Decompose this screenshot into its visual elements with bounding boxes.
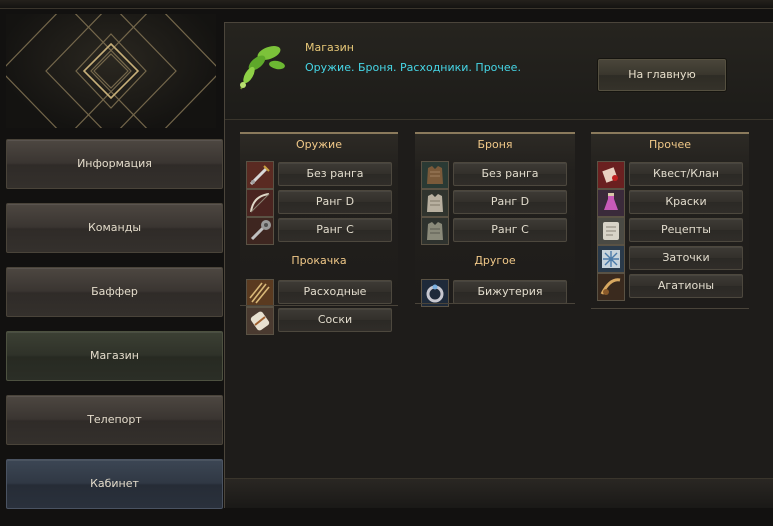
- list-item: Агатионы: [597, 273, 745, 301]
- consumables-button[interactable]: Расходные: [278, 280, 392, 304]
- soulshot-icon: [246, 307, 274, 335]
- list-item: Ранг C: [246, 217, 394, 245]
- ring-icon: [421, 279, 449, 307]
- logo-emblem: [6, 14, 216, 128]
- list-item: Без ранга: [246, 161, 394, 189]
- armor-column: Броня Без ранга Ранг D Ранг C Другое Биж…: [415, 132, 575, 307]
- main-panel: Магазин Оружие. Броня. Расходники. Проче…: [224, 22, 773, 508]
- recipe-icon: [597, 217, 625, 245]
- armor-title: Броня: [477, 138, 513, 151]
- jewelry-button[interactable]: Бижутерия: [453, 280, 567, 304]
- sword-icon: [246, 161, 274, 189]
- weapons-title: Оружие: [296, 138, 342, 151]
- list-item: Бижутерия: [421, 279, 571, 307]
- soulshots-button[interactable]: Соски: [278, 308, 392, 332]
- arrows-icon: [246, 279, 274, 307]
- quest-clan-button[interactable]: Квест/Клан: [629, 162, 743, 186]
- enchant-icon: [597, 245, 625, 273]
- agathions-button[interactable]: Агатионы: [629, 274, 743, 298]
- agathion-icon: [597, 273, 625, 301]
- list-item: Заточки: [597, 245, 745, 273]
- page-subtitle: Оружие. Броня. Расходники. Прочее.: [305, 61, 521, 74]
- weapons-column: Оружие Без ранга Ранг D Ранг C Прокачка: [240, 132, 398, 335]
- armor-rank-c-button[interactable]: Ранг C: [453, 218, 567, 242]
- armor-icon: [421, 217, 449, 245]
- armor-rank-d-button[interactable]: Ранг D: [453, 190, 567, 214]
- dye-icon: [597, 189, 625, 217]
- list-item: Без ранга: [421, 161, 571, 189]
- armor-icon: [421, 161, 449, 189]
- upgrade-title: Прокачка: [291, 254, 347, 267]
- shop-content: Оружие Без ранга Ранг D Ранг C Прокачка: [225, 120, 773, 478]
- other-title: Прочее: [648, 138, 692, 151]
- list-item: Расходные: [246, 279, 394, 307]
- nav-shop-button[interactable]: Магазин: [6, 331, 223, 381]
- nav-info-button[interactable]: Информация: [6, 139, 223, 189]
- nav-buffer-button[interactable]: Баффер: [6, 267, 223, 317]
- dyes-button[interactable]: Краски: [629, 190, 743, 214]
- home-button[interactable]: На главную: [598, 59, 726, 91]
- nav-teleport-button[interactable]: Телепорт: [6, 395, 223, 445]
- quest-icon: [597, 161, 625, 189]
- weapons-no-rank-button[interactable]: Без ранга: [278, 162, 392, 186]
- armor-no-rank-button[interactable]: Без ранга: [453, 162, 567, 186]
- list-item: Краски: [597, 189, 745, 217]
- recipes-button[interactable]: Рецепты: [629, 218, 743, 242]
- leaf-icon: [233, 41, 289, 97]
- bottom-frame: [225, 478, 773, 508]
- list-item: Квест/Клан: [597, 161, 745, 189]
- other-column: Прочее Квест/Клан Краски Рецепты Заточки…: [591, 132, 749, 309]
- weapons-rank-c-button[interactable]: Ранг C: [278, 218, 392, 242]
- page-title: Магазин: [305, 41, 354, 54]
- misc-title: Другое: [474, 254, 516, 267]
- list-item: Ранг D: [421, 189, 571, 217]
- weapons-rank-d-button[interactable]: Ранг D: [278, 190, 392, 214]
- armor-icon: [421, 189, 449, 217]
- top-frame-edge: [0, 0, 773, 9]
- nav-cabinet-button[interactable]: Кабинет: [6, 459, 223, 509]
- shop-header: Магазин Оружие. Броня. Расходники. Проче…: [225, 23, 773, 120]
- list-item: Ранг D: [246, 189, 394, 217]
- list-item: Соски: [246, 307, 394, 335]
- bow-icon: [246, 189, 274, 217]
- enchants-button[interactable]: Заточки: [629, 246, 743, 270]
- list-item: Ранг C: [421, 217, 571, 245]
- list-item: Рецепты: [597, 217, 745, 245]
- mace-icon: [246, 217, 274, 245]
- nav-commands-button[interactable]: Команды: [6, 203, 223, 253]
